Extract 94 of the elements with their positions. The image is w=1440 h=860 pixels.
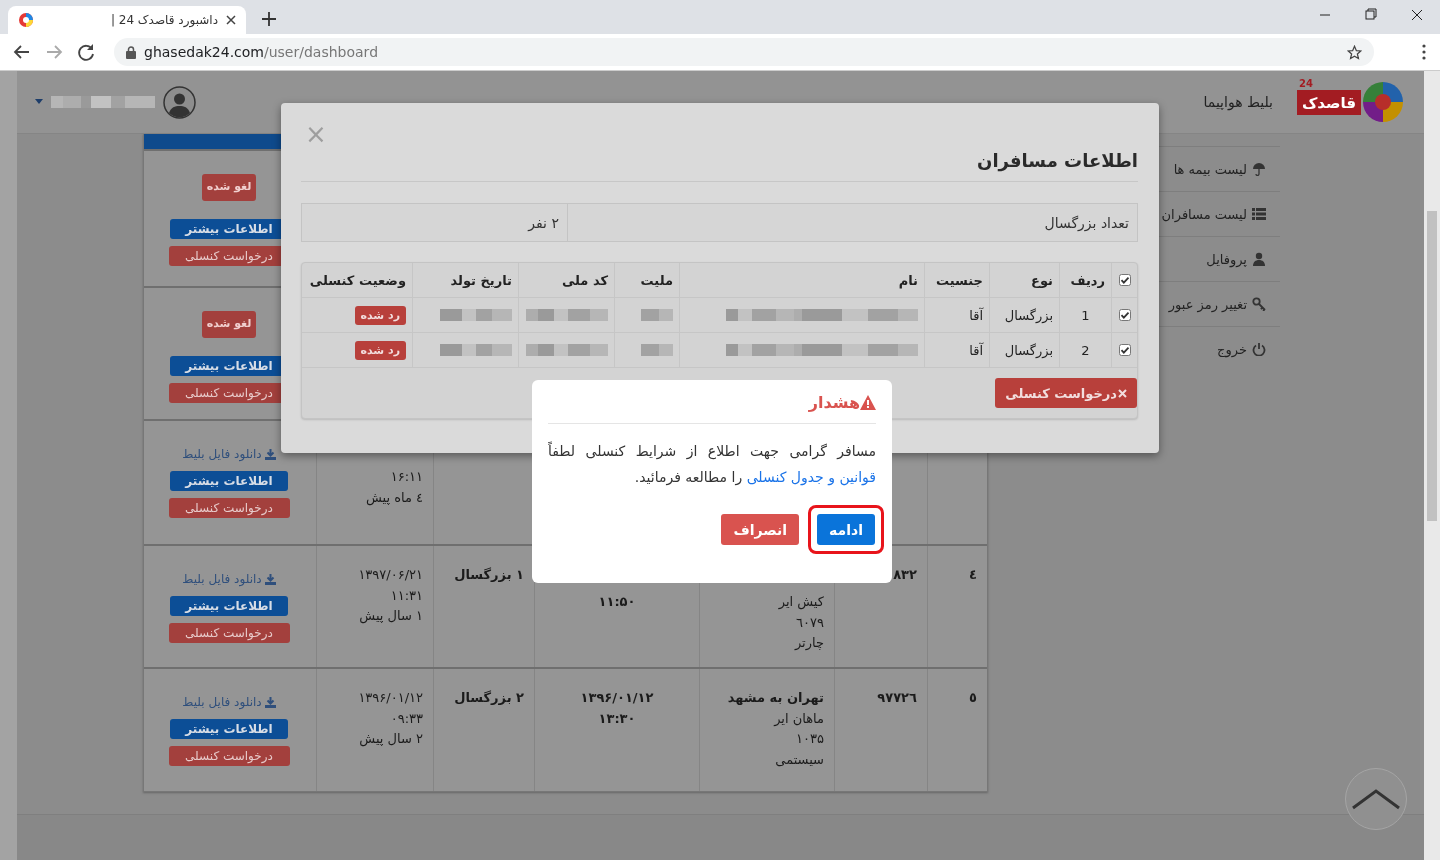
cell-text: کیش ایر — [778, 593, 824, 612]
column-header: ملیت — [640, 272, 673, 288]
table-cell: بزرگسال — [1004, 342, 1053, 358]
lock-icon — [126, 45, 136, 59]
warning-title: هشدار — [808, 393, 876, 412]
tab-title: داشبورد قاصدک 24 | — [109, 13, 218, 27]
power-icon — [1252, 342, 1266, 356]
warning-message: مسافر گرامی جهت اطلاع از شرایط کنسلی لطفاً قوانین و جدول کنسلی را مطالعه فرمائید. — [548, 440, 876, 488]
list-icon — [1252, 207, 1266, 221]
cell-text: ۱۶:۱۱ — [390, 468, 423, 486]
column-header: تاریخ تولد — [450, 272, 512, 288]
row-number: ٥ — [969, 689, 977, 707]
redacted-text — [641, 309, 673, 321]
route-title: تهران به مشهد — [727, 689, 824, 707]
column-header: ردیف — [1070, 272, 1105, 288]
table-cell: آقا — [969, 342, 983, 358]
download-link[interactable]: دانلود فایل بلیط — [182, 569, 276, 590]
cell-text: ۱۱:۳۱ — [390, 586, 423, 605]
cell-text: ۱۳۹۷/۰۶/۲۱ — [358, 566, 423, 584]
chevron-up-icon — [1351, 788, 1401, 810]
cell-text: چارتر — [794, 634, 824, 653]
nav-link[interactable]: بلیط هواپیما — [1203, 94, 1273, 110]
new-tab-icon[interactable] — [262, 12, 276, 26]
caret-icon[interactable] — [35, 99, 43, 105]
redacted-text — [440, 309, 512, 321]
column-header: نام — [898, 272, 918, 288]
more-info-button[interactable]: اطلاعات بیشتر — [170, 470, 288, 491]
cell-text: ماهان ایر — [774, 709, 824, 728]
cell-text: ۱۰۳۵ — [796, 730, 824, 748]
scrollbar-thumb[interactable] — [1427, 211, 1437, 521]
ticket-code: ۹۷۷۲٦ — [877, 689, 917, 707]
star-icon[interactable] — [1347, 44, 1362, 60]
status-badge: لغو شده — [201, 311, 257, 338]
site-favicon-icon — [18, 12, 34, 28]
cell-text: ۱۳۹۶/۰۱/۱۲ — [580, 689, 654, 707]
more-info-button[interactable]: اطلاعات بیشتر — [170, 595, 288, 616]
column-header: نوع — [1031, 272, 1053, 288]
continue-button[interactable]: ادامه — [817, 514, 875, 545]
cell-text: سیستمی — [775, 750, 824, 769]
key-icon — [1252, 297, 1266, 311]
more-info-button[interactable]: اطلاعات بیشتر — [170, 718, 288, 739]
close-tab-icon[interactable] — [226, 15, 236, 25]
cancel-request-button[interactable]: درخواست کنسلی — [168, 497, 290, 518]
cell-text: ۱۳:۳۰ — [598, 709, 636, 728]
column-header: وضعیت کنسلی — [309, 272, 406, 288]
cell-text: ۰۹:۳۳ — [390, 709, 423, 728]
checkbox[interactable] — [1118, 274, 1131, 286]
passenger-count: ۱ بزرگسال — [454, 566, 524, 584]
download-icon — [264, 573, 276, 585]
warning-icon — [860, 395, 876, 410]
summary-value: ۲ نفر — [302, 204, 567, 241]
status-badge: رد شده — [354, 305, 406, 325]
cell-text: ۱۱:۵۰ — [598, 593, 636, 611]
checkbox[interactable] — [1118, 309, 1131, 321]
cell-text: ٤ ماه پیش — [365, 488, 423, 508]
cell-text: ۲ سال پیش — [359, 730, 423, 749]
cancel-request-button[interactable]: درخواست کنسلی — [168, 622, 290, 643]
dismiss-button[interactable]: انصراف — [721, 514, 800, 545]
browser-tab[interactable]: داشبورد قاصدک 24 | — [8, 6, 246, 34]
table-cell: آقا — [969, 307, 983, 323]
logo-text: قاصدک — [1297, 89, 1361, 115]
logo-icon — [1361, 80, 1405, 124]
table-cell: 2 — [1081, 342, 1090, 358]
umbrella-icon — [1252, 162, 1266, 176]
download-link[interactable]: دانلود فایل بلیط — [182, 692, 276, 713]
scrollbar[interactable] — [1424, 71, 1440, 860]
passenger-count: ۲ بزرگسال — [454, 689, 524, 707]
address-field[interactable]: ghasedak24.com/user/dashboard — [114, 38, 1374, 66]
row-number: ٤ — [969, 566, 977, 584]
cell-text: ۱ سال پیش — [359, 607, 423, 626]
rules-link[interactable]: قوانین و جدول کنسلی — [746, 469, 876, 485]
avatar-icon[interactable] — [163, 85, 196, 119]
cancel-request-button[interactable]: درخواست کنسلی — [995, 378, 1137, 408]
logo-number: 24 — [1299, 77, 1313, 90]
redacted-text — [641, 344, 673, 356]
status-badge: رد شده — [354, 340, 406, 360]
table-cell: 1 — [1081, 307, 1090, 323]
close-icon — [1118, 388, 1127, 398]
summary-label: تعداد بزرگسال — [567, 204, 1137, 241]
download-link[interactable]: دانلود فایل بلیط — [182, 444, 276, 465]
user-icon — [1252, 252, 1266, 266]
redacted-text — [440, 344, 512, 356]
column-header: جنسیت — [936, 272, 983, 288]
table-cell: بزرگسال — [1004, 307, 1053, 323]
dialog-title: اطلاعات مسافران — [977, 150, 1138, 171]
cancel-request-button[interactable]: درخواست کنسلی — [168, 745, 290, 766]
cell-text: ۱۳۹۶/۰۱/۱۲ — [358, 689, 423, 707]
status-badge: لغو شده — [201, 174, 257, 201]
column-header: کد ملی — [561, 272, 608, 288]
cell-text: ٦٠٧٩ — [796, 613, 824, 632]
download-icon — [264, 696, 276, 708]
ticket-code: ۸۳۲ — [893, 566, 917, 584]
download-icon — [264, 448, 276, 460]
checkbox[interactable] — [1118, 344, 1131, 356]
